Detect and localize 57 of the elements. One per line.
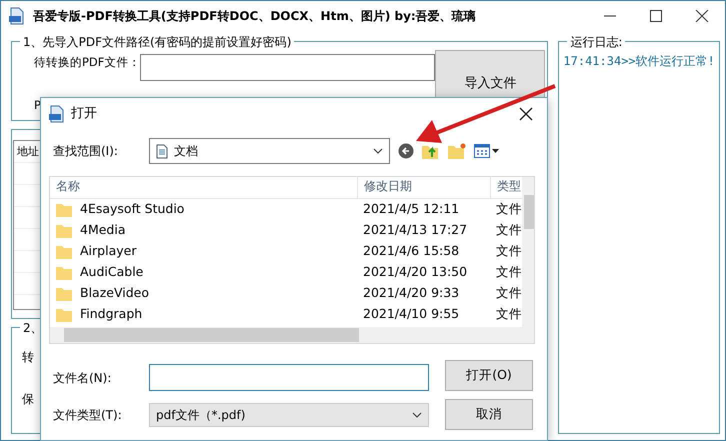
group-title: 1、先导入PDF文件路径(有密码的提前设置好密码) bbox=[20, 33, 294, 51]
open-button[interactable]: 打开(O) bbox=[445, 360, 533, 391]
pdf-file-icon bbox=[49, 105, 65, 123]
table-cell-text: 2021/4/20 9:33 bbox=[362, 284, 460, 302]
field-label: 转 bbox=[22, 349, 35, 366]
folder-icon bbox=[56, 286, 72, 300]
table-cell-text: 2021/4/13 17:27 bbox=[362, 221, 468, 240]
list-item[interactable]: BlazeVideo bbox=[50, 284, 357, 303]
dialog-title: 打开 bbox=[71, 105, 97, 124]
folder-icon bbox=[56, 244, 72, 258]
input-field[interactable] bbox=[140, 54, 436, 81]
table-cell-text: 文件 bbox=[495, 242, 522, 260]
vertical-scrollbar[interactable] bbox=[522, 177, 534, 327]
table-cell-text: 文件 bbox=[495, 284, 522, 302]
column-header: 地址 bbox=[16, 144, 40, 160]
list-item[interactable]: Airplayer bbox=[50, 242, 357, 261]
file-name-input[interactable] bbox=[149, 364, 429, 391]
up-folder-icon[interactable] bbox=[422, 143, 440, 159]
cancel-button[interactable]: 取消 bbox=[445, 399, 533, 430]
table-cell-text: 2021/4/6 15:58 bbox=[362, 242, 460, 260]
document-icon bbox=[156, 144, 168, 158]
file-type-dropdown[interactable]: pdf文件（*.pdf) bbox=[149, 403, 429, 427]
field-label: 待转换的PDF文件： bbox=[34, 54, 140, 71]
folder-icon bbox=[56, 224, 72, 238]
field-label: P bbox=[34, 97, 41, 114]
horizontal-scrollbar[interactable] bbox=[50, 327, 534, 343]
folder-icon bbox=[56, 266, 72, 280]
list-item[interactable]: AudiCable bbox=[50, 263, 357, 282]
list-item[interactable]: 4Esaysoft Studio bbox=[50, 200, 357, 219]
table-cell-text: 文件 bbox=[495, 200, 522, 218]
folder-icon bbox=[56, 308, 72, 322]
group-title: 运行日志: bbox=[567, 33, 626, 51]
table-cell-text: 文件 bbox=[495, 305, 522, 324]
list-item[interactable]: 4Media bbox=[50, 221, 357, 240]
close-icon[interactable] bbox=[519, 107, 533, 121]
log-entry: 17:41:34>>软件运行正常! bbox=[563, 53, 715, 70]
new-folder-icon[interactable] bbox=[448, 143, 466, 159]
window-title: 吾爱专版-PDF转换工具(支持PDF转DOC、DOCX、Htm、图片) by:吾爱、琉璃 bbox=[33, 8, 476, 25]
column-header[interactable]: 修改日期 bbox=[357, 177, 490, 198]
field-label: 文件类型(T): bbox=[53, 407, 123, 424]
caret-icon bbox=[373, 148, 383, 154]
field-label: 保 bbox=[22, 391, 35, 408]
folder-icon bbox=[56, 202, 72, 216]
table-cell-text: 2021/4/5 12:11 bbox=[362, 200, 460, 218]
view-menu-icon[interactable] bbox=[474, 144, 500, 158]
column-header[interactable]: 名称 bbox=[50, 177, 357, 198]
back-icon[interactable] bbox=[398, 143, 414, 159]
field-label: 查找范围(I): bbox=[53, 143, 119, 160]
field-label: 文件名(N): bbox=[53, 370, 112, 386]
table-cell-text: 文件 bbox=[495, 263, 522, 282]
table-cell-text: 2021/4/10 9:55 bbox=[362, 305, 460, 324]
caret-icon bbox=[412, 412, 422, 418]
table-cell-text: 文件 bbox=[495, 221, 522, 240]
pdf-file-icon bbox=[9, 7, 25, 25]
list-item[interactable]: Findgraph bbox=[50, 305, 357, 324]
table-cell-text: 2021/4/20 13:50 bbox=[362, 263, 468, 282]
look-in-dropdown[interactable]: 文档 bbox=[149, 138, 390, 164]
